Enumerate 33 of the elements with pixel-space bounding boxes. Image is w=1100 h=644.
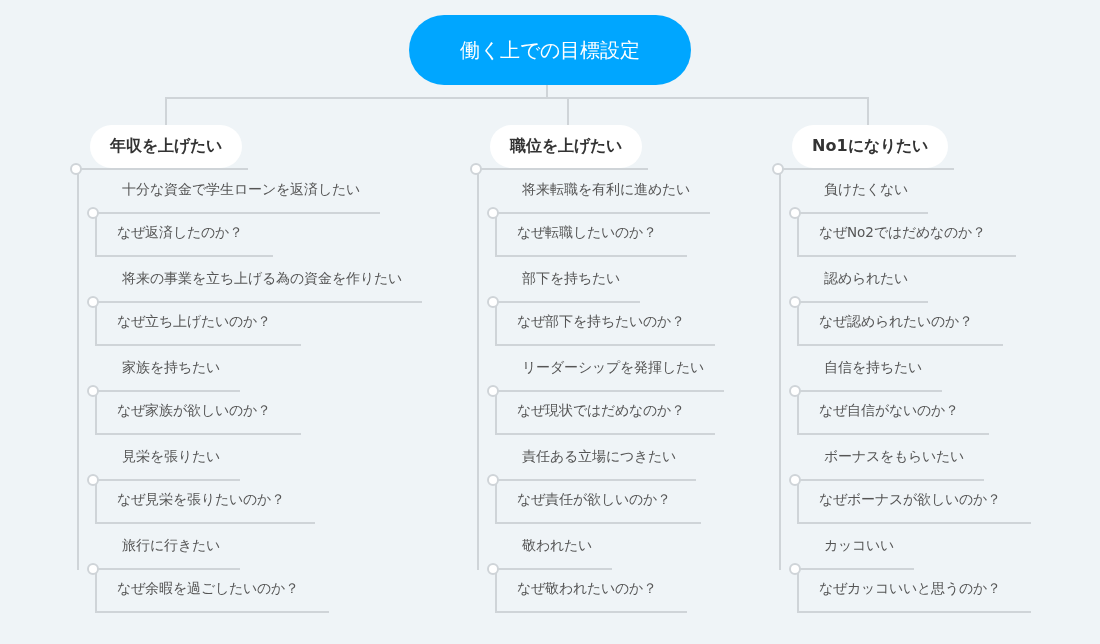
question-topic[interactable]: なぜ転職したいのか？ <box>517 223 657 241</box>
question-topic[interactable]: なぜボーナスが欲しいのか？ <box>819 490 1001 508</box>
subtopic[interactable]: リーダーシップを発揮したい <box>522 358 704 376</box>
subtopic[interactable]: 負けたくない <box>824 180 908 198</box>
question-topic[interactable]: なぜ責任が欲しいのか？ <box>517 490 671 508</box>
question-topic[interactable]: なぜ敬われたいのか？ <box>517 579 657 597</box>
subtopic[interactable]: カッコいい <box>824 536 894 554</box>
question-topic[interactable]: なぜ見栄を張りたいのか？ <box>117 490 285 508</box>
question-topic[interactable]: なぜ家族が欲しいのか？ <box>117 401 271 419</box>
subtopic[interactable]: ボーナスをもらいたい <box>824 447 964 465</box>
subtopic[interactable]: 十分な資金で学生ローンを返済したい <box>122 180 360 198</box>
question-topic[interactable]: なぜ現状ではだめなのか？ <box>517 401 685 419</box>
branch-topic[interactable]: No1になりたい <box>792 125 948 168</box>
subtopic[interactable]: 敬われたい <box>522 536 592 554</box>
question-topic[interactable]: なぜ立ち上げたいのか？ <box>117 312 271 330</box>
subtopic[interactable]: 見栄を張りたい <box>122 447 220 465</box>
subtopic[interactable]: 家族を持ちたい <box>122 358 220 376</box>
question-topic[interactable]: なぜNo2ではだめなのか？ <box>819 223 986 241</box>
subtopic[interactable]: 責任ある立場につきたい <box>522 447 676 465</box>
subtopic[interactable]: 将来の事業を立ち上げる為の資金を作りたい <box>122 269 402 287</box>
question-topic[interactable]: なぜ返済したのか？ <box>117 223 243 241</box>
branch-topic[interactable]: 年収を上げたい <box>90 125 242 168</box>
question-topic[interactable]: なぜ部下を持ちたいのか？ <box>517 312 685 330</box>
question-topic[interactable]: なぜ余暇を過ごしたいのか？ <box>117 579 299 597</box>
subtopic[interactable]: 認められたい <box>824 269 908 287</box>
subtopic[interactable]: 部下を持ちたい <box>522 269 620 287</box>
branch-topic[interactable]: 職位を上げたい <box>490 125 642 168</box>
subtopic[interactable]: 自信を持ちたい <box>824 358 922 376</box>
question-topic[interactable]: なぜ認められたいのか？ <box>819 312 973 330</box>
subtopic[interactable]: 旅行に行きたい <box>122 536 220 554</box>
subtopic[interactable]: 将来転職を有利に進めたい <box>522 180 690 198</box>
question-topic[interactable]: なぜ自信がないのか？ <box>819 401 959 419</box>
question-topic[interactable]: なぜカッコいいと思うのか？ <box>819 579 1001 597</box>
